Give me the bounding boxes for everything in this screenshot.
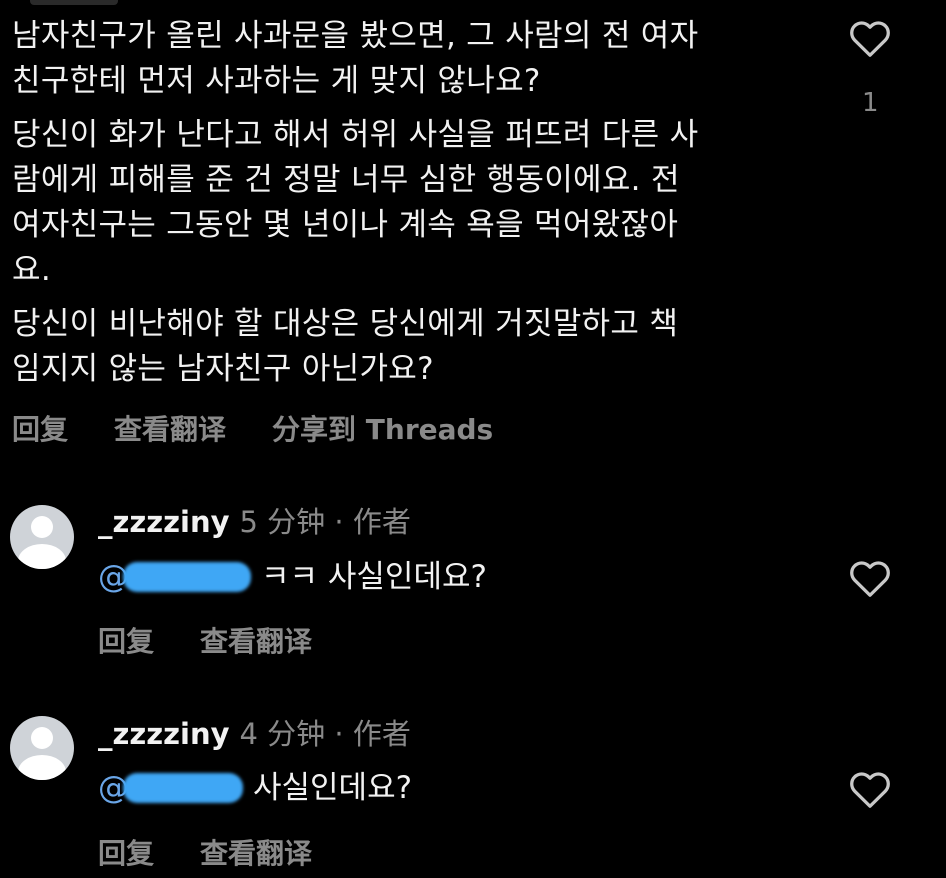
like-count: 1 — [862, 88, 879, 118]
reply-text: 사실인데요? — [253, 770, 413, 806]
reply-timestamp: 5 分钟 · 作者 — [239, 505, 411, 539]
reply-username[interactable]: _zzzziny — [98, 717, 230, 751]
comment-paragraph-1: 남자친구가 올린 사과문을 봤으면, 그 사람의 전 여자 친구한테 먼저 사과… — [12, 18, 699, 99]
share-to-threads-button[interactable]: 分享到 Threads — [272, 408, 493, 448]
reply-text: ㅋㅋ 사실인데요? — [261, 559, 487, 595]
translate-button[interactable]: 查看翻译 — [200, 832, 312, 872]
main-comment-text: 남자친구가 올린 사과문을 봤으면, 그 사람의 전 여자 친구한테 먼저 사과… — [12, 14, 812, 401]
reply-header: _zzzziny 4 分钟 · 作者 — [98, 716, 411, 752]
previous-avatar-edge — [30, 0, 118, 5]
redacted-mention — [123, 773, 243, 803]
reply-username[interactable]: _zzzziny — [98, 505, 230, 539]
redacted-mention — [123, 562, 251, 592]
reply-header: _zzzziny 5 分钟 · 作者 — [98, 504, 411, 540]
reply-like-heart-icon[interactable] — [848, 769, 892, 809]
heart-outline-icon — [850, 21, 890, 57]
translate-button[interactable]: 查看翻译 — [114, 408, 226, 448]
default-avatar-icon[interactable] — [10, 505, 74, 569]
like-heart-icon[interactable] — [848, 18, 892, 58]
comment-paragraph-3: 당신이 비난해야 할 대상은 당신에게 거짓말하고 책 임지지 않는 남자친구 … — [12, 306, 679, 387]
heart-outline-icon — [850, 772, 890, 808]
reply-button[interactable]: 回复 — [98, 832, 154, 872]
reply-button[interactable]: 回复 — [98, 620, 154, 660]
reply-body: @ ㅋㅋ 사실인데요? — [98, 557, 487, 597]
heart-outline-icon — [850, 561, 890, 597]
reply-button[interactable]: 回复 — [12, 408, 68, 448]
reply-actions: 回复 查看翻译 — [98, 620, 358, 660]
default-avatar-icon[interactable] — [10, 716, 74, 780]
main-comment-actions: 回复 查看翻译 分享到 Threads — [12, 408, 539, 448]
reply-body: @ 사실인데요? — [98, 768, 412, 808]
reply-like-heart-icon[interactable] — [848, 558, 892, 598]
translate-button[interactable]: 查看翻译 — [200, 620, 312, 660]
comment-paragraph-2: 당신이 화가 난다고 해서 허위 사실을 퍼뜨려 다른 사 람에게 피해를 준 … — [12, 117, 699, 288]
reply-actions: 回复 查看翻译 — [98, 832, 358, 872]
reply-timestamp: 4 分钟 · 作者 — [239, 717, 411, 751]
